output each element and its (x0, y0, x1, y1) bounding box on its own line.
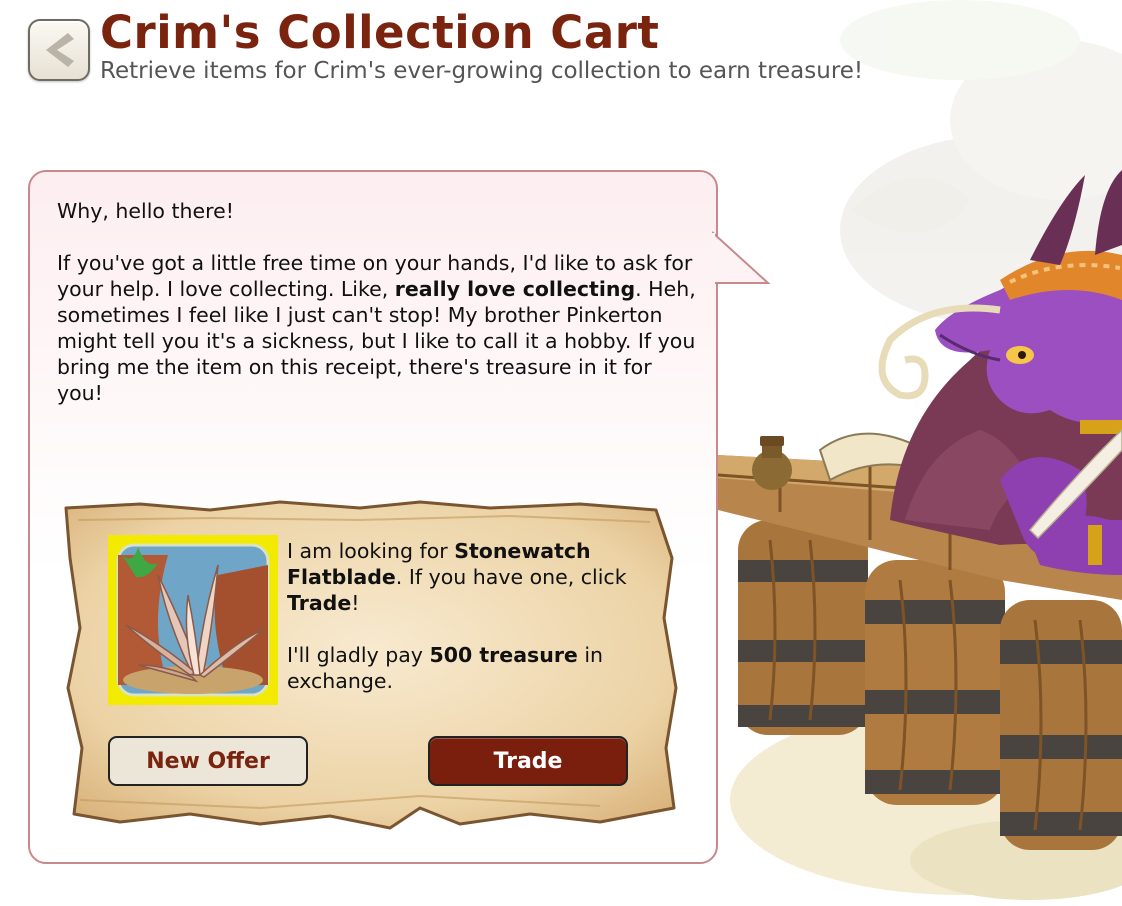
speech-bubble-tail (712, 231, 771, 285)
page-title: Crim's Collection Cart (100, 6, 660, 59)
offer-text-prefix: I am looking for (287, 539, 455, 563)
offer-text: I am looking for Stonewatch Flatblade. I… (287, 538, 647, 694)
reward-text-prefix: I'll gladly pay (287, 643, 430, 667)
back-button[interactable] (28, 19, 90, 81)
offer-text-mid: . If you have one, click (395, 565, 627, 589)
stonewatch-flatblade-icon (116, 543, 270, 697)
reward-amount: 500 treasure (429, 643, 578, 667)
offer-line-reward: I'll gladly pay 500 treasure in exchange… (287, 642, 647, 694)
trade-button[interactable]: Trade (428, 736, 628, 786)
crim-dialog: Why, hello there! If you've got a little… (57, 198, 697, 406)
item-image (108, 535, 278, 705)
intro-paragraph: If you've got a little free time on your… (57, 250, 697, 406)
greeting-text: Why, hello there! (57, 199, 234, 223)
chevron-left-icon (46, 33, 74, 67)
intro-text-bold: really love collecting (394, 277, 636, 301)
new-offer-button[interactable]: New Offer (108, 736, 308, 786)
offer-trade-word: Trade (287, 591, 352, 615)
offer-line-request: I am looking for Stonewatch Flatblade. I… (287, 538, 647, 616)
offer-text-suffix: ! (351, 591, 360, 615)
ink-pot (752, 436, 792, 490)
crim-illustration (717, 0, 1122, 900)
